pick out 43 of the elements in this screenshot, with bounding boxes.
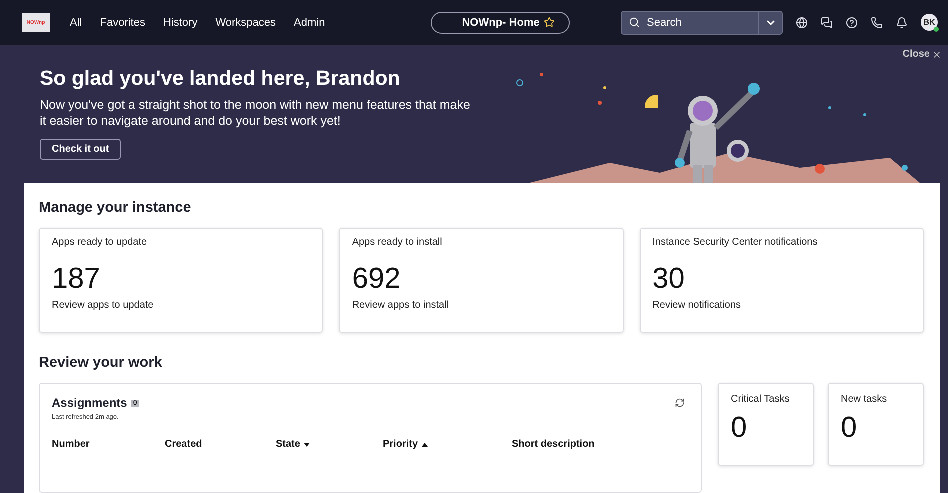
nav-menu-link[interactable]: Admin bbox=[294, 16, 326, 28]
card-title: Critical Tasks bbox=[731, 394, 791, 405]
card-link[interactable]: Review apps to update bbox=[52, 300, 310, 311]
bell-icon[interactable] bbox=[896, 16, 908, 28]
nav-menu-link[interactable]: All bbox=[70, 16, 82, 28]
card-title: Instance Security Center notifications bbox=[652, 237, 819, 248]
check-it-out-button[interactable]: Check it out bbox=[40, 139, 122, 160]
column-header[interactable]: Priority bbox=[383, 439, 428, 450]
nav-menu-link[interactable]: Favorites bbox=[100, 16, 146, 28]
search-field[interactable]: Search bbox=[621, 10, 783, 34]
card-count: 0 bbox=[731, 413, 748, 443]
card-count: 0 bbox=[841, 413, 858, 443]
column-header[interactable]: State bbox=[276, 439, 310, 450]
card-count: 187 bbox=[52, 264, 102, 294]
globe-icon[interactable] bbox=[796, 16, 808, 28]
section-heading: Manage your instance bbox=[39, 200, 192, 216]
column-header[interactable]: Number bbox=[52, 439, 90, 450]
user-avatar[interactable]: BK bbox=[921, 14, 938, 31]
card-title: New tasks bbox=[841, 394, 888, 405]
star-icon[interactable] bbox=[544, 17, 555, 28]
section-heading: Review your work bbox=[39, 355, 164, 371]
search-icon bbox=[629, 17, 640, 28]
close-icon bbox=[932, 50, 942, 60]
card-link[interactable]: Review apps to install bbox=[352, 300, 611, 311]
card-link[interactable]: Review notifications bbox=[652, 300, 911, 311]
banner-description: Now you've got a straight shot to the moon with new menu features that make it easier to navigate around and do your best work yet! bbox=[40, 97, 472, 129]
column-header[interactable]: Created bbox=[165, 439, 202, 450]
card-title: Apps ready to install bbox=[352, 237, 444, 248]
column-header[interactable]: Short description bbox=[512, 439, 595, 450]
assignments-title: Assignments bbox=[52, 396, 128, 410]
card-count: 30 bbox=[652, 264, 686, 294]
nav-menu-link[interactable]: Workspaces bbox=[216, 16, 276, 28]
help-icon[interactable] bbox=[846, 16, 858, 28]
nav-menu-link[interactable]: History bbox=[163, 16, 198, 28]
card-count: 692 bbox=[352, 264, 402, 294]
refresh-icon[interactable] bbox=[675, 398, 685, 408]
search-input[interactable]: Search bbox=[645, 16, 758, 30]
page-title-pill[interactable]: NOWnp- Home bbox=[431, 12, 570, 34]
card-title: Apps ready to update bbox=[52, 237, 148, 248]
chat-icon[interactable] bbox=[821, 16, 833, 28]
close-banner-button[interactable]: Close bbox=[902, 49, 942, 60]
phone-icon[interactable] bbox=[871, 16, 883, 28]
banner-title: So glad you've landed here, Brandon bbox=[40, 67, 402, 91]
